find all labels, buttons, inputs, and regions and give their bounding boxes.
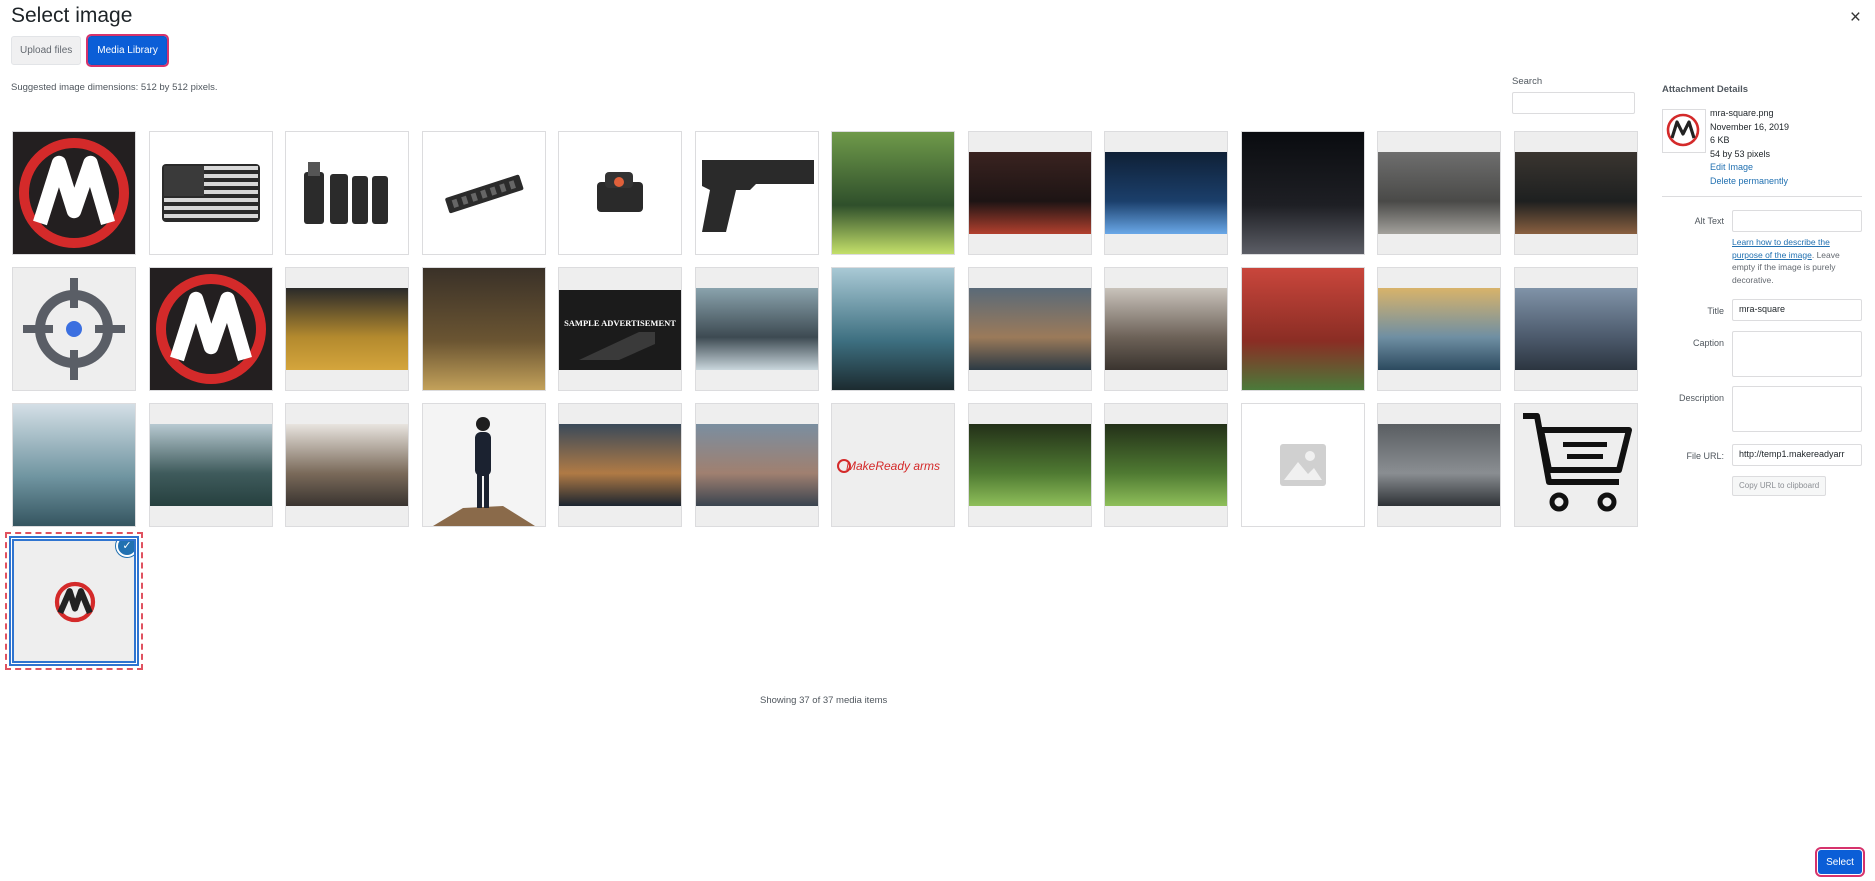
caption-field[interactable]: [1732, 331, 1862, 377]
copy-url-button[interactable]: Copy URL to clipboard: [1732, 476, 1827, 496]
attachment-thumbnail[interactable]: [558, 131, 682, 255]
attachment-thumbnail[interactable]: [1377, 131, 1501, 255]
svg-text:SAMPLE ADVERTISEMENT: SAMPLE ADVERTISEMENT: [564, 318, 676, 328]
attachment-dimensions: 54 by 53 pixels: [1710, 148, 1771, 159]
attachment-thumbnail[interactable]: [1104, 403, 1228, 527]
attachment-thumbnail[interactable]: SAMPLE ADVERTISEMENT: [558, 267, 682, 391]
description-label: Description: [1678, 393, 1724, 403]
alt-text-label: Alt Text: [1694, 216, 1724, 226]
attachment-filename: mra-square.png: [1710, 108, 1774, 118]
attachment-thumbnail[interactable]: [149, 131, 273, 255]
attachment-thumbnail[interactable]: [695, 267, 819, 391]
attachment-thumbnail[interactable]: [558, 403, 682, 527]
caption-label: Caption: [1692, 338, 1724, 348]
description-field[interactable]: [1732, 386, 1862, 432]
attachment-thumbnail[interactable]: [695, 403, 819, 527]
attachment-thumbnail[interactable]: [1514, 403, 1638, 527]
attachment-thumbnail[interactable]: [1514, 267, 1638, 391]
attachment-thumbnail[interactable]: [1241, 403, 1365, 527]
title-label: Title: [1707, 306, 1724, 316]
attachment-thumbnail[interactable]: [1377, 403, 1501, 527]
tab-media-library[interactable]: Media Library: [86, 34, 169, 67]
attachment-thumbnail[interactable]: [1104, 267, 1228, 391]
attachment-date: November 16, 2019: [1710, 121, 1790, 132]
media-count-status: Showing 37 of 37 media items: [760, 695, 888, 706]
select-button[interactable]: Select: [1815, 847, 1865, 877]
file-url-label: File URL:: [1686, 451, 1724, 461]
attachment-thumbnail[interactable]: [695, 131, 819, 255]
attachment-thumbnail[interactable]: [422, 267, 546, 391]
search-input[interactable]: [1512, 92, 1635, 114]
alt-text-help: Learn how to describe the purpose of the…: [1732, 236, 1862, 286]
attachment-details-heading: Attachment Details: [1662, 84, 1749, 95]
file-url-field[interactable]: http://temp1.makereadyarr: [1732, 444, 1862, 466]
attachment-thumbnail[interactable]: [285, 403, 409, 527]
attachment-info: mra-square.png November 16, 2019 6 KB 54…: [1710, 107, 1789, 188]
attachment-thumbnail[interactable]: [149, 267, 273, 391]
attachment-thumbnail[interactable]: [12, 131, 136, 255]
attachment-thumbnail: [1662, 109, 1706, 153]
alt-text-field[interactable]: [1732, 210, 1862, 232]
attachment-thumbnail[interactable]: [968, 131, 1092, 255]
attachment-thumbnail[interactable]: [422, 403, 546, 527]
attachment-size: 6 KB: [1710, 135, 1730, 145]
close-icon[interactable]: ×: [1850, 8, 1861, 27]
attachment-thumbnail[interactable]: [149, 403, 273, 527]
attachment-thumbnail[interactable]: [968, 403, 1092, 527]
tab-upload-files[interactable]: Upload files: [11, 36, 82, 65]
modal-title: Select image: [11, 4, 133, 27]
search-label: Search: [1512, 76, 1543, 87]
attachment-thumbnail[interactable]: [968, 267, 1092, 391]
delete-permanently-link[interactable]: Delete permanently: [1710, 175, 1789, 189]
attachment-thumbnail[interactable]: [1377, 267, 1501, 391]
attachment-thumbnail[interactable]: MakeReady arms: [831, 403, 955, 527]
attachment-thumbnail[interactable]: [422, 131, 546, 255]
edit-image-link[interactable]: Edit Image: [1710, 161, 1789, 175]
attachment-thumbnail[interactable]: [1241, 131, 1365, 255]
attachment-thumbnail[interactable]: [12, 267, 136, 391]
svg-text:MakeReady arms: MakeReady arms: [846, 459, 940, 473]
attachment-thumbnail[interactable]: [831, 267, 955, 391]
attachment-thumbnail[interactable]: [1514, 131, 1638, 255]
divider: [1662, 196, 1862, 197]
suggested-dimensions: Suggested image dimensions: 512 by 512 p…: [11, 82, 218, 93]
attachment-thumbnail[interactable]: [1104, 131, 1228, 255]
attachment-thumbnail[interactable]: [285, 131, 409, 255]
attachment-thumbnail-selected[interactable]: ✓: [5, 532, 143, 670]
attachment-thumbnail[interactable]: [1241, 267, 1365, 391]
attachment-thumbnail[interactable]: [12, 403, 136, 527]
title-field[interactable]: mra-square: [1732, 299, 1862, 321]
attachment-thumbnail[interactable]: [831, 131, 955, 255]
attachment-details-sidebar: Attachment Details mra-square.png Novemb…: [1662, 84, 1862, 496]
attachment-thumbnail[interactable]: [285, 267, 409, 391]
media-router: Upload files Media Library: [11, 34, 169, 67]
checkmark-icon[interactable]: ✓: [116, 541, 134, 557]
